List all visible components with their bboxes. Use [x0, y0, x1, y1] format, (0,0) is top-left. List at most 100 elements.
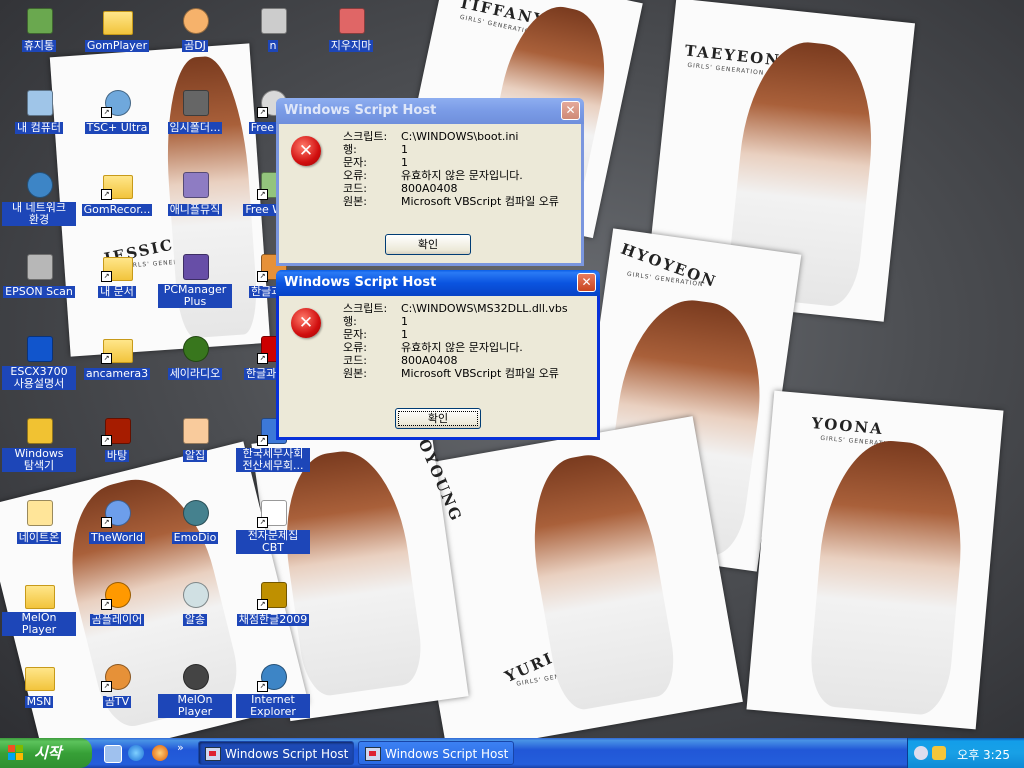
error-icon: ✕: [291, 308, 321, 338]
desktop-icon[interactable]: ↗ 바탕: [80, 414, 154, 462]
taskbar-button-wsh-1[interactable]: Windows Script Host: [198, 741, 354, 765]
desktop-icon[interactable]: PCManager Plus: [158, 250, 232, 308]
tray-app-icon[interactable]: [932, 746, 946, 760]
desktop-icon[interactable]: ↗ ancamera3: [80, 332, 154, 380]
alsong-icon: [179, 578, 211, 610]
desktop-icon[interactable]: MelOn Player: [2, 578, 76, 636]
desktop[interactable]: TIFFANY GIRLS' GENERATION TAEYEON GIRLS'…: [0, 0, 1024, 738]
detail-value: 1: [401, 328, 408, 341]
detail-key: 문자:: [343, 328, 367, 341]
shortcut-arrow-icon: ↗: [101, 107, 112, 118]
internet-explorer-icon[interactable]: [128, 745, 144, 761]
radio-icon: [179, 332, 211, 364]
desktop-icon[interactable]: ↗ 전자문제집 CBT: [236, 496, 310, 554]
desktop-icon[interactable]: 알송: [158, 578, 232, 626]
media-player-icon[interactable]: [152, 745, 168, 761]
desktop-icon[interactable]: 알집: [158, 414, 232, 462]
error-dialog-ms32dll[interactable]: Windows Script Host ✕ ✕ 스크립트: C:\WINDOWS\…: [276, 270, 600, 440]
desktop-icon-label: 알집: [182, 449, 208, 462]
desktop-icon[interactable]: EmoDio: [158, 496, 232, 544]
detail-key: 스크립트:: [343, 130, 388, 143]
dialog-title: Windows Script Host: [284, 275, 437, 290]
desktop-icon[interactable]: 휴지통: [2, 4, 76, 52]
desktop-icon[interactable]: ↗ 채점한글2009: [236, 578, 310, 626]
detail-value: 800A0408: [401, 182, 458, 195]
folder-icon: [101, 4, 133, 36]
desktop-icon-label: 휴지통: [21, 39, 57, 52]
dialog-titlebar[interactable]: Windows Script Host ✕: [276, 98, 584, 124]
desktop-icon[interactable]: 네이트온: [2, 496, 76, 544]
browser-globe-icon: ↗: [101, 496, 133, 528]
desktop-icon-label: Internet Explorer: [236, 694, 310, 718]
shortcut-arrow-icon: ↗: [257, 435, 268, 446]
alzip-icon: [179, 414, 211, 446]
desktop-icon-label: EPSON Scan: [3, 285, 75, 298]
tray-volume-icon[interactable]: [914, 746, 928, 760]
desktop-icon-label: TheWorld: [89, 531, 145, 544]
taskbar: 시작 » Windows Script Host Windows Script …: [0, 738, 1024, 768]
desktop-icon-label: ancamera3: [83, 367, 151, 380]
dialog-titlebar[interactable]: Windows Script Host ✕: [276, 270, 600, 296]
desktop-icon-label: 곰TV: [102, 695, 132, 708]
desktop-icon[interactable]: n: [236, 4, 310, 52]
detail-value: C:\WINDOWS\boot.ini: [401, 130, 519, 143]
shortcut-arrow-icon: ↗: [257, 517, 268, 528]
quick-launch-overflow[interactable]: »: [177, 741, 184, 754]
desktop-icon-label: 내 네트워크 환경: [2, 202, 76, 226]
shortcut-arrow-icon: ↗: [101, 189, 112, 200]
desktop-icon[interactable]: 내 컴퓨터: [2, 86, 76, 134]
desktop-icon[interactable]: 애니플뮤직: [158, 168, 232, 216]
script-host-icon: [365, 747, 381, 761]
desktop-icon[interactable]: ↗ 곰TV: [80, 660, 154, 708]
desktop-icon[interactable]: 지우지마: [314, 4, 388, 52]
start-button[interactable]: 시작: [0, 738, 92, 768]
emodio-icon: [179, 496, 211, 528]
error-details: 스크립트: C:\WINDOWS\MS32DLL.dll.vbs 행: 1 문자: 1 오류…: [343, 302, 568, 380]
desktop-icon-label: n: [267, 39, 279, 52]
pcmanager-icon: [179, 250, 211, 282]
desktop-icon[interactable]: Windows 탐색기: [2, 414, 76, 472]
detail-row: 문자: 1: [343, 328, 568, 341]
taskbar-button-wsh-2[interactable]: Windows Script Host: [358, 741, 514, 765]
error-dialog-boot-ini[interactable]: Windows Script Host ✕ ✕ 스크립트: C:\WINDOWS\…: [276, 98, 584, 266]
close-icon[interactable]: ✕: [561, 101, 580, 120]
desktop-icon[interactable]: ESCX3700 사용설명서: [2, 332, 76, 390]
desktop-icon[interactable]: 내 네트워크 환경: [2, 168, 76, 226]
desktop-icon[interactable]: 세이라디오: [158, 332, 232, 380]
detail-key: 행:: [343, 315, 357, 328]
my-documents-icon: ↗: [101, 250, 133, 282]
desktop-icon[interactable]: ↗ 곰플레이어: [80, 578, 154, 626]
desktop-icon[interactable]: EPSON Scan: [2, 250, 76, 298]
trash-icon: [179, 86, 211, 118]
close-icon[interactable]: ✕: [577, 273, 596, 292]
folder-icon: ↗: [101, 168, 133, 200]
document-icon: [335, 4, 367, 36]
desktop-icon-label: 알송: [182, 613, 208, 626]
detail-row: 오류: 유효하지 않은 문자입니다.: [343, 341, 568, 354]
desktop-icon-label: MelOn Player: [158, 694, 232, 718]
ok-button[interactable]: 확인: [385, 234, 471, 255]
folder-icon: ↗: [101, 332, 133, 364]
tsc-icon: ↗: [101, 86, 133, 118]
shortcut-arrow-icon: ↗: [101, 681, 112, 692]
desktop-icon[interactable]: MelOn Player: [158, 660, 232, 718]
desktop-icon-label: MSN: [24, 695, 54, 708]
clock[interactable]: 오후 3:25: [957, 746, 1010, 763]
ok-button[interactable]: 확인: [395, 408, 481, 429]
desktop-icon[interactable]: GomPlayer: [80, 4, 154, 52]
desktop-icon[interactable]: 곰DJ: [158, 4, 232, 52]
detail-value: Microsoft VBScript 컴파일 오류: [401, 195, 559, 208]
desktop-icon[interactable]: MSN: [2, 660, 76, 708]
desktop-icon[interactable]: ↗ 내 문서: [80, 250, 154, 298]
detail-row: 코드: 800A0408: [343, 354, 568, 367]
desktop-icon-label: 채점한글2009: [236, 613, 310, 626]
desktop-icon[interactable]: ↗ TheWorld: [80, 496, 154, 544]
desktop-icon[interactable]: ↗ Internet Explorer: [236, 660, 310, 718]
desktop-icon[interactable]: ↗ TSC+ Ultra: [80, 86, 154, 134]
desktop-icon[interactable]: 임시폴더...: [158, 86, 232, 134]
desktop-icon[interactable]: ↗ GomRecor...: [80, 168, 154, 216]
taskbar-button-label: Windows Script Host: [385, 747, 509, 761]
show-desktop-icon[interactable]: [104, 745, 122, 763]
desktop-icon-label: 임시폴더...: [167, 121, 223, 134]
detail-value: 유효하지 않은 문자입니다.: [401, 169, 523, 182]
